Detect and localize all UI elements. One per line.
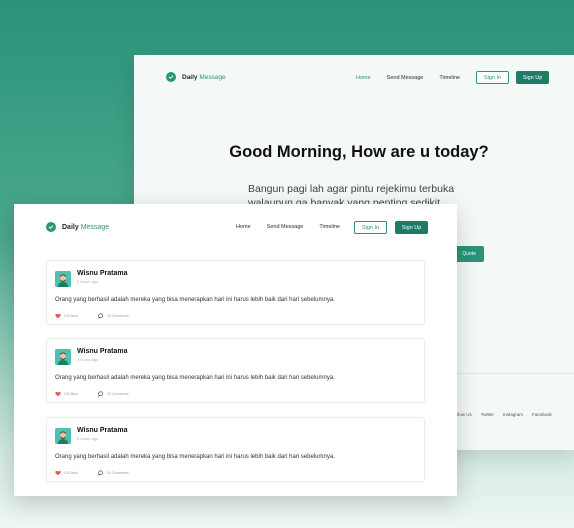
landing-navbar: Daily Message Home Send Message Timeline… — [134, 55, 574, 101]
nav-timeline[interactable]: Timeline — [319, 224, 340, 230]
landing-logo[interactable]: Daily Message — [166, 72, 226, 82]
like-button[interactable]: 234 likes — [55, 391, 78, 397]
post-content: Orang yang berhasil adalah mereka yang b… — [55, 375, 335, 381]
comment-count: 15 Comments — [106, 314, 129, 318]
post-card: Wisnu Pratama 3 hours ago Orang yang ber… — [46, 338, 425, 403]
logo-accent: Message — [199, 73, 226, 81]
logo-text: Daily Message — [182, 74, 226, 81]
hero-title: Good Morning, How are u today? — [229, 143, 489, 161]
timeline-logo[interactable]: Daily Message — [46, 222, 109, 232]
nav-timeline[interactable]: Timeline — [439, 75, 460, 81]
comment-button[interactable]: 15 Comments — [98, 470, 129, 476]
comment-button[interactable]: 15 Comments — [98, 313, 129, 319]
comment-bubble-icon — [98, 470, 103, 476]
post-author[interactable]: Wisnu Pratama — [77, 270, 128, 277]
sign-in-button[interactable]: Sign In — [354, 221, 387, 234]
nav-send-message[interactable]: Send Message — [387, 75, 424, 81]
check-circle-icon — [46, 222, 56, 232]
user-avatar-icon[interactable] — [55, 349, 71, 365]
footer-facebook-link[interactable]: Facebook — [532, 412, 552, 417]
like-count: 234 likes — [64, 471, 78, 475]
like-count: 234 likes — [64, 392, 78, 396]
comment-bubble-icon — [98, 313, 103, 319]
user-avatar-icon[interactable] — [55, 428, 71, 444]
timeline-nav-links: Home Send Message Timeline — [236, 224, 340, 230]
check-circle-icon — [166, 72, 176, 82]
post-meta: 234 likes 15 Comments — [55, 391, 129, 397]
post-content: Orang yang berhasil adalah mereka yang b… — [55, 297, 335, 303]
post-author[interactable]: Wisnu Pratama — [77, 348, 128, 355]
comment-bubble-icon — [98, 391, 103, 397]
logo-brand: Daily — [62, 223, 79, 231]
post-meta: 234 likes 15 Comments — [55, 313, 129, 319]
comment-count: 15 Comments — [106, 471, 129, 475]
heart-icon — [55, 470, 61, 476]
nav-home[interactable]: Home — [236, 224, 251, 230]
landing-nav-links: Home Send Message Timeline — [356, 75, 460, 81]
post-time: 3 hours ago — [77, 357, 99, 362]
post-time: 3 hours ago — [77, 279, 99, 284]
sign-in-button[interactable]: Sign In — [476, 71, 509, 84]
sign-up-button[interactable]: Sign Up — [395, 221, 428, 234]
post-card: Wisnu Pratama 3 hours ago Orang yang ber… — [46, 417, 425, 482]
logo-brand: Daily — [182, 73, 198, 81]
nav-send-message[interactable]: Send Message — [267, 224, 304, 230]
post-meta: 234 likes 15 Comments — [55, 470, 129, 476]
footer-social-links: Follow Us Twitter Instagram Facebook — [452, 412, 552, 417]
post-author[interactable]: Wisnu Pratama — [77, 427, 128, 434]
comment-count: 15 Comments — [106, 392, 129, 396]
logo-accent: Message — [80, 223, 110, 231]
nav-home[interactable]: Home — [356, 75, 371, 81]
timeline-navbar: Daily Message Home Send Message Timeline… — [14, 204, 457, 250]
post-card: Wisnu Pratama 3 hours ago Orang yang ber… — [46, 260, 425, 325]
timeline-page-window: Daily Message Home Send Message Timeline… — [14, 204, 457, 496]
comment-button[interactable]: 15 Comments — [98, 391, 129, 397]
like-count: 234 likes — [64, 314, 78, 318]
logo-text: Daily Message — [62, 224, 109, 231]
sign-up-button[interactable]: Sign Up — [516, 71, 549, 84]
like-button[interactable]: 234 likes — [55, 470, 78, 476]
post-content: Orang yang berhasil adalah mereka yang b… — [55, 454, 335, 460]
heart-icon — [55, 391, 61, 397]
post-time: 3 hours ago — [77, 436, 99, 441]
heart-icon — [55, 313, 61, 319]
footer-instagram-link[interactable]: Instagram — [503, 412, 523, 417]
like-button[interactable]: 234 likes — [55, 313, 78, 319]
user-avatar-icon[interactable] — [55, 271, 71, 287]
footer-twitter-link[interactable]: Twitter — [481, 412, 494, 417]
